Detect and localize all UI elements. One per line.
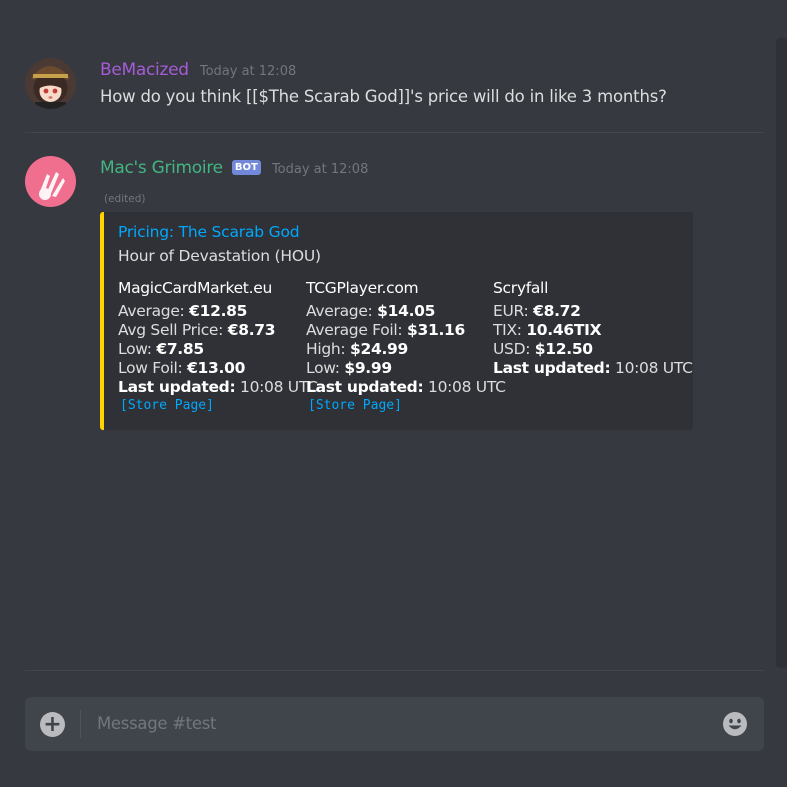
price-line: Low: €7.85 [118, 340, 204, 358]
field-name: Scryfall [493, 279, 549, 297]
scrollbar[interactable] [776, 38, 787, 668]
price-line: Average Foil: $31.16 [306, 321, 466, 339]
timestamp: Today at 12:08 [271, 162, 369, 177]
pricing-embed: Pricing: The Scarab God Hour of Devastat… [100, 212, 693, 430]
avatar[interactable] [25, 58, 76, 109]
price-line: Average: €12.85 [118, 302, 248, 320]
store-page-link[interactable]: [Store Page] [306, 398, 506, 413]
price-line: Low: $9.99 [306, 359, 392, 377]
field-magiccardmarket: MagicCardMarket.eu Average: €12.85 Avg S… [118, 279, 318, 413]
last-updated: Last updated: 10:08 UTC [493, 359, 693, 377]
timestamp: Today at 12:08 [199, 64, 297, 79]
smiley-icon[interactable] [722, 711, 748, 737]
message-input[interactable] [95, 713, 699, 734]
username[interactable]: Mac's Grimoire [100, 158, 223, 178]
avatar[interactable] [25, 156, 76, 207]
bot-tag: BOT [231, 160, 261, 175]
field-name: TCGPlayer.com [306, 279, 419, 297]
price-line: USD: $12.50 [493, 340, 593, 358]
price-line: Low Foil: €13.00 [118, 359, 246, 377]
price-line: EUR: €8.72 [493, 302, 581, 320]
field-name: MagicCardMarket.eu [118, 279, 272, 297]
message-header: Mac's Grimoire BOT Today at 12:08 [100, 158, 368, 178]
username[interactable]: BeMacized [100, 60, 189, 80]
plus-circle-icon[interactable]: + [40, 712, 65, 737]
field-tcgplayer: TCGPlayer.com Average: $14.05 Average Fo… [306, 279, 506, 413]
message-divider [25, 132, 764, 133]
composer-separator [80, 710, 81, 738]
embed-title[interactable]: Pricing: The Scarab God [118, 223, 300, 241]
price-line: Average: $14.05 [306, 302, 436, 320]
embed-description: Hour of Devastation (HOU) [118, 247, 321, 265]
edited-label: (edited) [104, 193, 146, 205]
price-line: Avg Sell Price: €8.73 [118, 321, 276, 339]
last-updated: Last updated: 10:08 UTC [306, 378, 506, 396]
composer-divider [25, 670, 764, 671]
message-composer: + [25, 697, 764, 751]
price-line: High: $24.99 [306, 340, 408, 358]
message-header: BeMacized Today at 12:08 [100, 60, 296, 80]
field-scryfall: Scryfall EUR: €8.72 TIX: 10.46TIX USD: $… [493, 279, 693, 378]
last-updated: Last updated: 10:08 UTC [118, 378, 318, 396]
price-line: TIX: 10.46TIX [493, 321, 602, 339]
store-page-link[interactable]: [Store Page] [118, 398, 318, 413]
message-content: How do you think [[$The Scarab God]]'s p… [100, 87, 667, 106]
